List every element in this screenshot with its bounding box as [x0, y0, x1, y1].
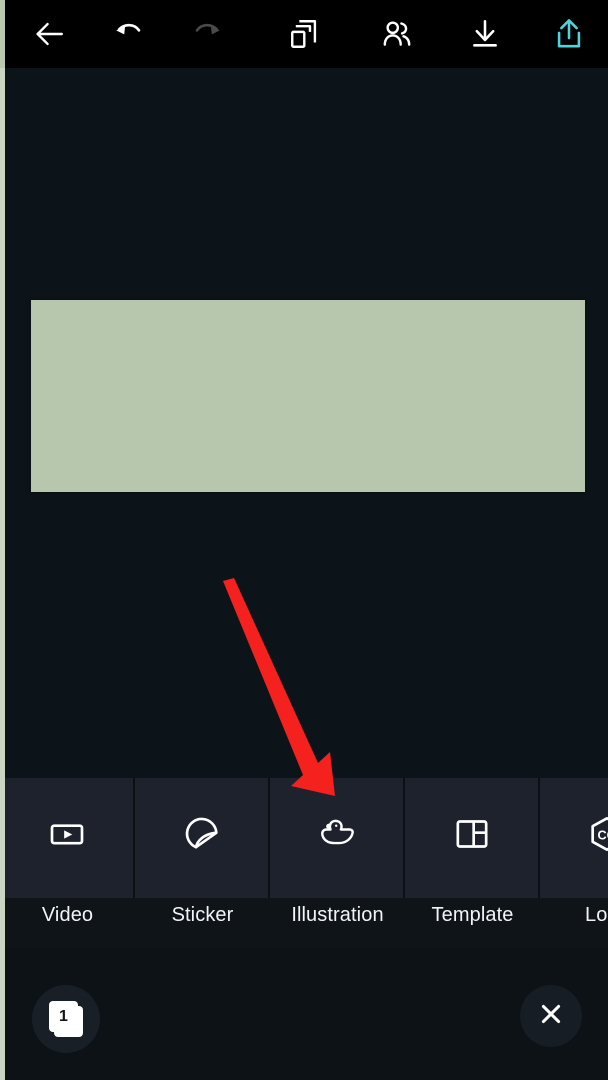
top-toolbar: [0, 0, 608, 68]
tab-illustration[interactable]: [270, 778, 405, 898]
undo-icon: [112, 17, 146, 51]
duplicate-pages-icon: [288, 17, 322, 51]
tab-label-sticker: Sticker: [171, 904, 234, 926]
people-icon: [380, 17, 414, 51]
redo-icon: [190, 17, 224, 51]
tab-template[interactable]: [405, 778, 540, 898]
svg-text:CO: CO: [597, 829, 608, 843]
app-root: CO Video Sticker Illustration Template L…: [0, 0, 608, 1080]
tab-video[interactable]: [0, 778, 135, 898]
left-edge-strip: [0, 0, 5, 1080]
canvas-area[interactable]: [0, 68, 608, 778]
tool-strip: CO: [0, 778, 608, 898]
left-edge-strip-top: [0, 0, 5, 68]
tool-label-row: Video Sticker Illustration Template Logo: [0, 898, 608, 948]
tab-label-illustration: Illustration: [291, 904, 384, 926]
sticker-peel-icon: [180, 812, 224, 856]
collaborators-button[interactable]: [366, 3, 428, 65]
redo-button[interactable]: [176, 3, 238, 65]
close-panel-button[interactable]: [520, 985, 582, 1047]
video-play-icon: [45, 812, 89, 856]
back-button[interactable]: [18, 3, 80, 65]
template-layout-icon: [450, 812, 494, 856]
undo-button[interactable]: [98, 3, 160, 65]
duplicate-page-button[interactable]: [274, 3, 336, 65]
logo-hexagon-icon: CO: [585, 812, 608, 856]
duck-illustration-icon: [315, 812, 359, 856]
arrow-left-icon: [32, 17, 66, 51]
download-button[interactable]: [454, 3, 516, 65]
tab-logo[interactable]: CO: [540, 778, 608, 898]
download-icon: [468, 17, 502, 51]
tab-label-template: Template: [431, 904, 514, 926]
page-number: 1: [49, 1001, 78, 1032]
tab-sticker[interactable]: [135, 778, 270, 898]
close-x-icon: [537, 1000, 565, 1033]
share-upload-icon: [552, 17, 586, 51]
page-stack-icon: 1: [49, 1001, 83, 1037]
page-count-badge[interactable]: 1: [32, 985, 100, 1053]
share-button[interactable]: [538, 3, 600, 65]
tab-label-logo: Logo: [585, 904, 608, 926]
canvas-page[interactable]: [31, 300, 585, 492]
tab-label-video: Video: [41, 904, 94, 926]
